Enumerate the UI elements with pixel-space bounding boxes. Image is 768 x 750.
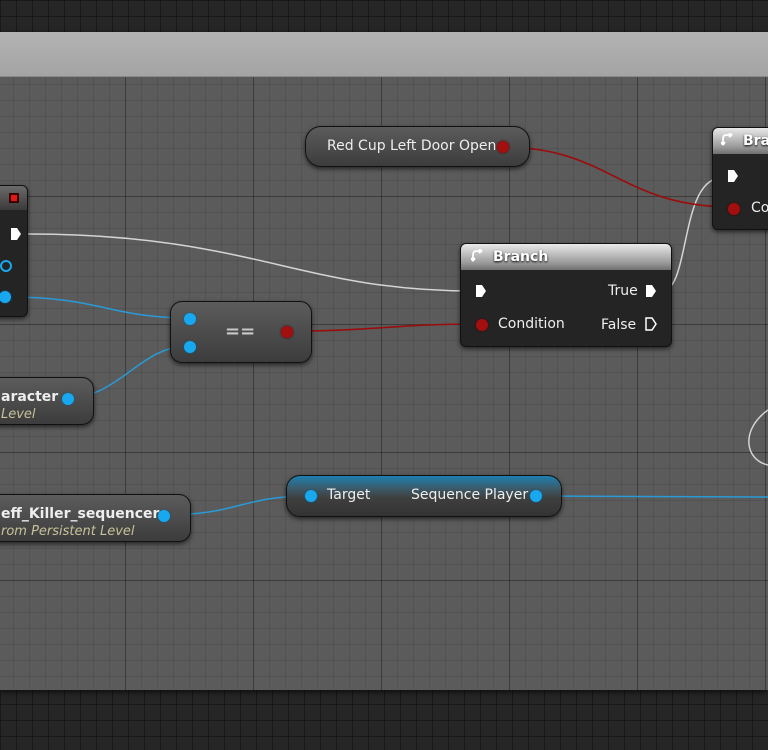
bool-output-pin[interactable] — [497, 141, 509, 153]
branch-arrow-icon — [721, 133, 733, 146]
reference-title: eff_Killer_sequencer — [1, 506, 160, 522]
reference-subtitle: rom Persistent Level — [1, 524, 135, 539]
branch-arrow-icon — [471, 249, 483, 262]
exec-out-pin-left[interactable] — [10, 227, 22, 241]
branch-right-header: Bra — [713, 128, 768, 154]
branch-title: Branch — [493, 249, 549, 265]
graph-title-bar — [0, 32, 768, 77]
variable-node-red-cup-left-door-open[interactable]: Red Cup Left Door Open — [305, 126, 530, 167]
object-pin-left[interactable] — [0, 291, 11, 303]
reference-title: aracter — [1, 389, 59, 405]
reference-subtitle: Level — [1, 407, 36, 422]
target-label: Target — [327, 487, 371, 503]
graph-canvas[interactable] — [0, 77, 768, 690]
variable-label: Red Cup Left Door Open — [327, 138, 497, 154]
object-input-pin-a[interactable] — [184, 313, 196, 325]
branch-header: Branch — [461, 244, 671, 270]
false-label: False — [601, 317, 637, 333]
true-label: True — [608, 283, 638, 299]
equal-operator-label: == — [225, 321, 256, 342]
sequence-player-output-pin[interactable] — [530, 490, 542, 502]
exec-input-pin[interactable] — [727, 169, 739, 183]
event-delegate-icon — [9, 193, 19, 203]
branch-node[interactable]: Branch True Condition False — [460, 243, 672, 347]
object-output-pin[interactable] — [62, 393, 74, 405]
character-reference-node[interactable]: aracter Level — [0, 377, 94, 425]
sequencer-reference-node[interactable]: eff_Killer_sequencer rom Persistent Leve… — [0, 494, 191, 542]
condition-label: Co — [751, 200, 768, 216]
sequence-player-label: Sequence Player — [411, 487, 529, 503]
object-output-pin[interactable] — [158, 510, 170, 522]
exec-false-pin[interactable] — [645, 317, 657, 331]
target-input-pin[interactable] — [305, 490, 317, 502]
object-ring-pin-left[interactable] — [0, 260, 12, 272]
event-node-left[interactable] — [0, 185, 28, 317]
condition-input-pin[interactable] — [476, 319, 488, 331]
equal-node[interactable]: == — [170, 301, 312, 363]
branch-right-title: Bra — [743, 133, 768, 149]
condition-label: Condition — [498, 316, 565, 332]
bool-output-pin[interactable] — [281, 326, 293, 338]
sequence-player-node[interactable]: Target Sequence Player — [286, 475, 562, 517]
branch-node-right[interactable]: Bra Co — [712, 127, 768, 230]
object-input-pin-b[interactable] — [184, 341, 196, 353]
exec-true-pin[interactable] — [645, 284, 657, 298]
condition-input-pin[interactable] — [728, 203, 740, 215]
exec-input-pin[interactable] — [475, 284, 487, 298]
